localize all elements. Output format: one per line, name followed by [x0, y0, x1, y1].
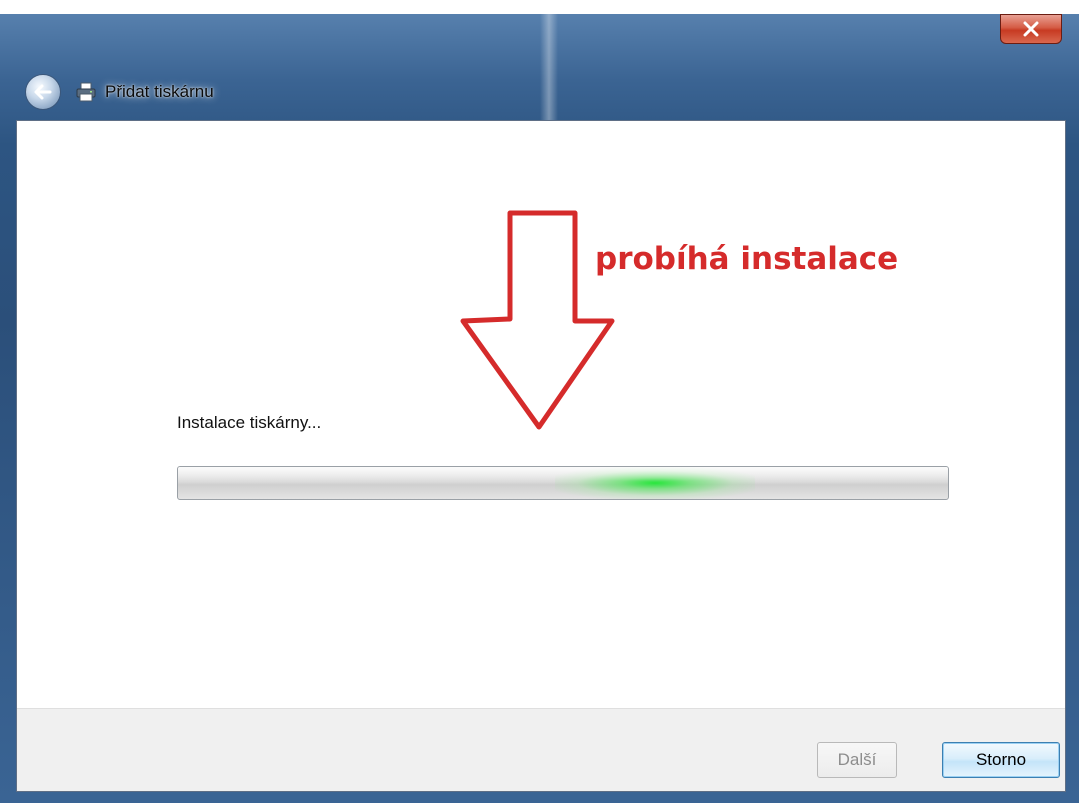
back-arrow-icon	[34, 84, 52, 100]
window-title: Přidat tiskárnu	[105, 82, 214, 101]
back-button[interactable]	[25, 74, 61, 110]
wizard-footer: Další Storno	[17, 708, 1065, 791]
next-button[interactable]: Další	[817, 742, 897, 778]
down-arrow-icon	[460, 210, 615, 430]
wizard-content: probíhá instalace Instalace tiskárny...	[17, 121, 1065, 708]
top-edge	[0, 0, 1079, 14]
cancel-button[interactable]: Storno	[942, 742, 1060, 778]
annotation-text: probíhá instalace	[595, 241, 899, 277]
printer-icon	[75, 81, 97, 103]
close-button[interactable]	[1000, 14, 1062, 44]
progress-highlight	[178, 467, 948, 482]
title-bar: Přidat tiskárnu	[25, 72, 214, 112]
progress-bar	[177, 466, 949, 500]
status-label: Instalace tiskárny...	[177, 413, 322, 432]
close-icon	[1023, 21, 1039, 37]
wizard-panel: probíhá instalace Instalace tiskárny... …	[16, 120, 1066, 792]
